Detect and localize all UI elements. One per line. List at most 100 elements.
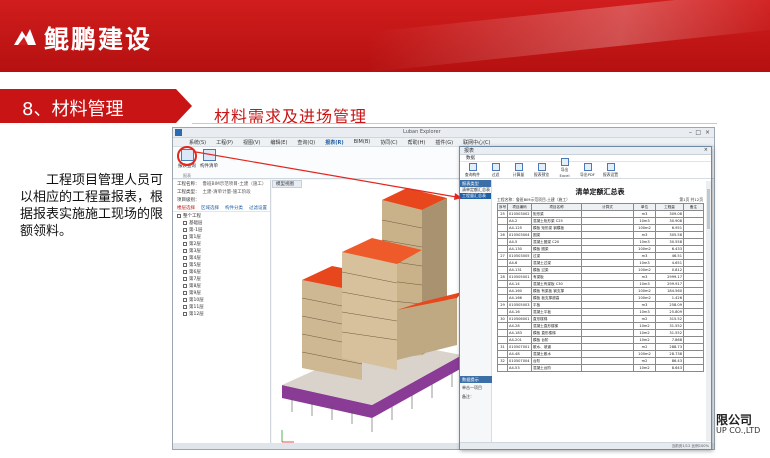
tab-area[interactable]: 区域选择 bbox=[201, 205, 219, 211]
table-cell: A4-183 bbox=[507, 329, 532, 337]
calculate-button[interactable]: 计算量 bbox=[510, 163, 527, 178]
close-icon[interactable]: × bbox=[705, 129, 710, 136]
table-row[interactable]: A4-28 混凝土直形楼梯 10m2 31.552 bbox=[497, 322, 704, 330]
table-row[interactable]: A4-183 模板 直形楼梯 10m2 31.552 bbox=[497, 329, 704, 337]
menu-item-report[interactable]: 报表(R) bbox=[325, 139, 343, 146]
tree-item[interactable]: 基础层 bbox=[173, 219, 270, 226]
table-row[interactable]: 28 010505001 有梁板 m3 2999.17 bbox=[497, 273, 704, 281]
menu-item-project[interactable]: 工程(P) bbox=[216, 139, 233, 146]
checkbox-icon[interactable] bbox=[183, 311, 187, 316]
table-row[interactable]: A4-6 混凝土过梁 10m3 4.651 bbox=[497, 259, 704, 267]
preview-button[interactable]: 报表预览 bbox=[533, 163, 550, 178]
table-cell: 模板 过梁 bbox=[531, 266, 582, 274]
menu-item-bim[interactable]: BIM(B) bbox=[354, 139, 371, 145]
table-cell: 100m2 bbox=[633, 266, 656, 274]
query-component-button[interactable]: 查询构件 bbox=[464, 163, 481, 178]
table-row[interactable]: 27 010503005 过梁 m3 46.51 bbox=[497, 252, 704, 260]
tree-item[interactable]: 第1层 bbox=[173, 233, 270, 240]
checkbox-icon[interactable] bbox=[183, 269, 187, 274]
tab-filter[interactable]: 过滤设置 bbox=[249, 205, 267, 211]
tree-item[interactable]: 第11层 bbox=[173, 303, 270, 310]
menu-item-plugin[interactable]: 插件(G) bbox=[435, 139, 453, 146]
minimize-icon[interactable]: – bbox=[689, 129, 692, 136]
table-cell: 混凝土散水 bbox=[531, 350, 582, 358]
table-row[interactable]: A4-16 混凝土平板 10m3 25.809 bbox=[497, 308, 704, 316]
checkbox-icon[interactable] bbox=[177, 213, 181, 218]
table-row[interactable]: A4-130 模板 圈梁 100m2 6.433 bbox=[497, 245, 704, 253]
table-cell: 散水、坡道 bbox=[531, 343, 582, 351]
table-row[interactable]: A4-125 模板 矩形梁 钢模板 100m2 6.951 bbox=[497, 224, 704, 232]
tree-item[interactable]: 第8层 bbox=[173, 282, 270, 289]
tree-item[interactable]: 第3层 bbox=[173, 247, 270, 254]
dialog-close-icon[interactable]: × bbox=[704, 147, 708, 153]
table-cell: 184.560 bbox=[655, 287, 684, 295]
tree-root[interactable]: 整个工程 bbox=[173, 212, 270, 219]
viewport-tab[interactable]: 模型视图 bbox=[272, 180, 302, 188]
tree-item[interactable]: 第5层 bbox=[173, 261, 270, 268]
table-row[interactable]: 26 010503004 圈梁 m3 305.58 bbox=[497, 231, 704, 239]
checkbox-icon[interactable] bbox=[183, 227, 187, 232]
table-row[interactable]: A4-131 模板 过梁 100m2 0.812 bbox=[497, 266, 704, 274]
table-row[interactable]: 25 010503002 矩形梁 m3 309.08 bbox=[497, 210, 704, 218]
checkbox-icon[interactable] bbox=[183, 248, 187, 253]
tree-item[interactable]: 第12层 bbox=[173, 310, 270, 317]
table-cell: 010507001 bbox=[507, 343, 532, 351]
table-row[interactable]: 32 010507004 台阶 m2 86.43 bbox=[497, 357, 704, 365]
project-name-value[interactable]: 鲁班BIM示范项目-土建（施工） bbox=[203, 181, 267, 187]
dialog-subtab[interactable]: 数据 bbox=[460, 155, 711, 162]
menu-item-edit[interactable]: 编辑(E) bbox=[270, 139, 287, 146]
table-row[interactable]: A4-5 混凝土圈梁 C20 10m3 30.558 bbox=[497, 238, 704, 246]
table-cell bbox=[581, 315, 634, 323]
table-row[interactable]: A4-201 模板 台阶 10m2 7.868 bbox=[497, 336, 704, 344]
table-cell: 100m2 bbox=[633, 224, 656, 232]
checkbox-icon[interactable] bbox=[183, 290, 187, 295]
report-settings-button[interactable]: 报表设置 bbox=[602, 163, 619, 178]
model-viewport[interactable]: 模型视图 bbox=[272, 180, 468, 449]
tree-item[interactable]: 第4层 bbox=[173, 254, 270, 261]
tree-item[interactable]: 第-1层 bbox=[173, 226, 270, 233]
checkbox-icon[interactable] bbox=[183, 276, 187, 281]
menu-item-query[interactable]: 查询(Q) bbox=[297, 139, 315, 146]
tab-component[interactable]: 构件分类 bbox=[225, 205, 243, 211]
table-row[interactable]: A4-53 混凝土台阶 10m2 8.643 bbox=[497, 364, 704, 372]
checkbox-icon[interactable] bbox=[183, 283, 187, 288]
menu-item-network[interactable]: 联网中心(C) bbox=[463, 139, 490, 146]
table-cell: 台阶 bbox=[531, 357, 582, 365]
table-row[interactable]: A4-48 混凝土散水 100m2 28.738 bbox=[497, 350, 704, 358]
table-row[interactable]: 31 010507001 散水、坡道 m2 288.73 bbox=[497, 343, 704, 351]
component-list-button[interactable]: 构件清单 bbox=[198, 149, 220, 169]
tree-item[interactable]: 第7层 bbox=[173, 275, 270, 282]
report-nav-item-selected[interactable]: 工程量汇总表 bbox=[460, 193, 491, 199]
checkbox-icon[interactable] bbox=[183, 304, 187, 309]
table-cell bbox=[581, 217, 634, 225]
table-row[interactable]: 29 010505003 平板 m3 258.09 bbox=[497, 301, 704, 309]
maximize-icon[interactable]: □ bbox=[695, 129, 701, 136]
table-row[interactable]: A4-14 混凝土有梁板 C30 10m3 299.917 bbox=[497, 280, 704, 288]
checkbox-icon[interactable] bbox=[183, 262, 187, 267]
table-row[interactable]: 30 010506001 直形楼梯 m2 315.52 bbox=[497, 315, 704, 323]
tab-floor[interactable]: 楼层选择 bbox=[177, 205, 195, 211]
menu-item-collab[interactable]: 协同(C) bbox=[380, 139, 397, 146]
export-pdf-button[interactable]: 导出PDF bbox=[579, 163, 596, 178]
tree-item-label: 第11层 bbox=[189, 304, 204, 310]
filter-button[interactable]: 过滤 bbox=[487, 163, 504, 178]
tree-item[interactable]: 第10层 bbox=[173, 296, 270, 303]
checkbox-icon[interactable] bbox=[183, 297, 187, 302]
menu-item-system[interactable]: 系统(S) bbox=[189, 139, 206, 146]
checkbox-icon[interactable] bbox=[183, 234, 187, 239]
menu-item-view[interactable]: 视图(V) bbox=[243, 139, 260, 146]
checkbox-icon[interactable] bbox=[183, 241, 187, 246]
checkbox-icon[interactable] bbox=[183, 220, 187, 225]
scrollbar-thumb[interactable] bbox=[707, 189, 710, 229]
tree-item[interactable]: 第9层 bbox=[173, 289, 270, 296]
table-row[interactable]: A4-160 模板 有梁板 钢支撑 100m2 184.560 bbox=[497, 287, 704, 295]
export-excel-button[interactable]: 导出Excel bbox=[556, 158, 573, 178]
table-row[interactable]: A4-2 混凝土矩形梁 C25 10m3 30.908 bbox=[497, 217, 704, 225]
table-row[interactable]: A4-166 模板 板支撑超高 100m2 1.426 bbox=[497, 294, 704, 302]
table-cell: 1.426 bbox=[655, 294, 684, 302]
tree-item[interactable]: 第6层 bbox=[173, 268, 270, 275]
tree-item[interactable]: 第2层 bbox=[173, 240, 270, 247]
checkbox-icon[interactable] bbox=[183, 255, 187, 260]
menu-item-help[interactable]: 帮助(H) bbox=[408, 139, 426, 146]
report-scrollbar[interactable] bbox=[706, 181, 711, 441]
